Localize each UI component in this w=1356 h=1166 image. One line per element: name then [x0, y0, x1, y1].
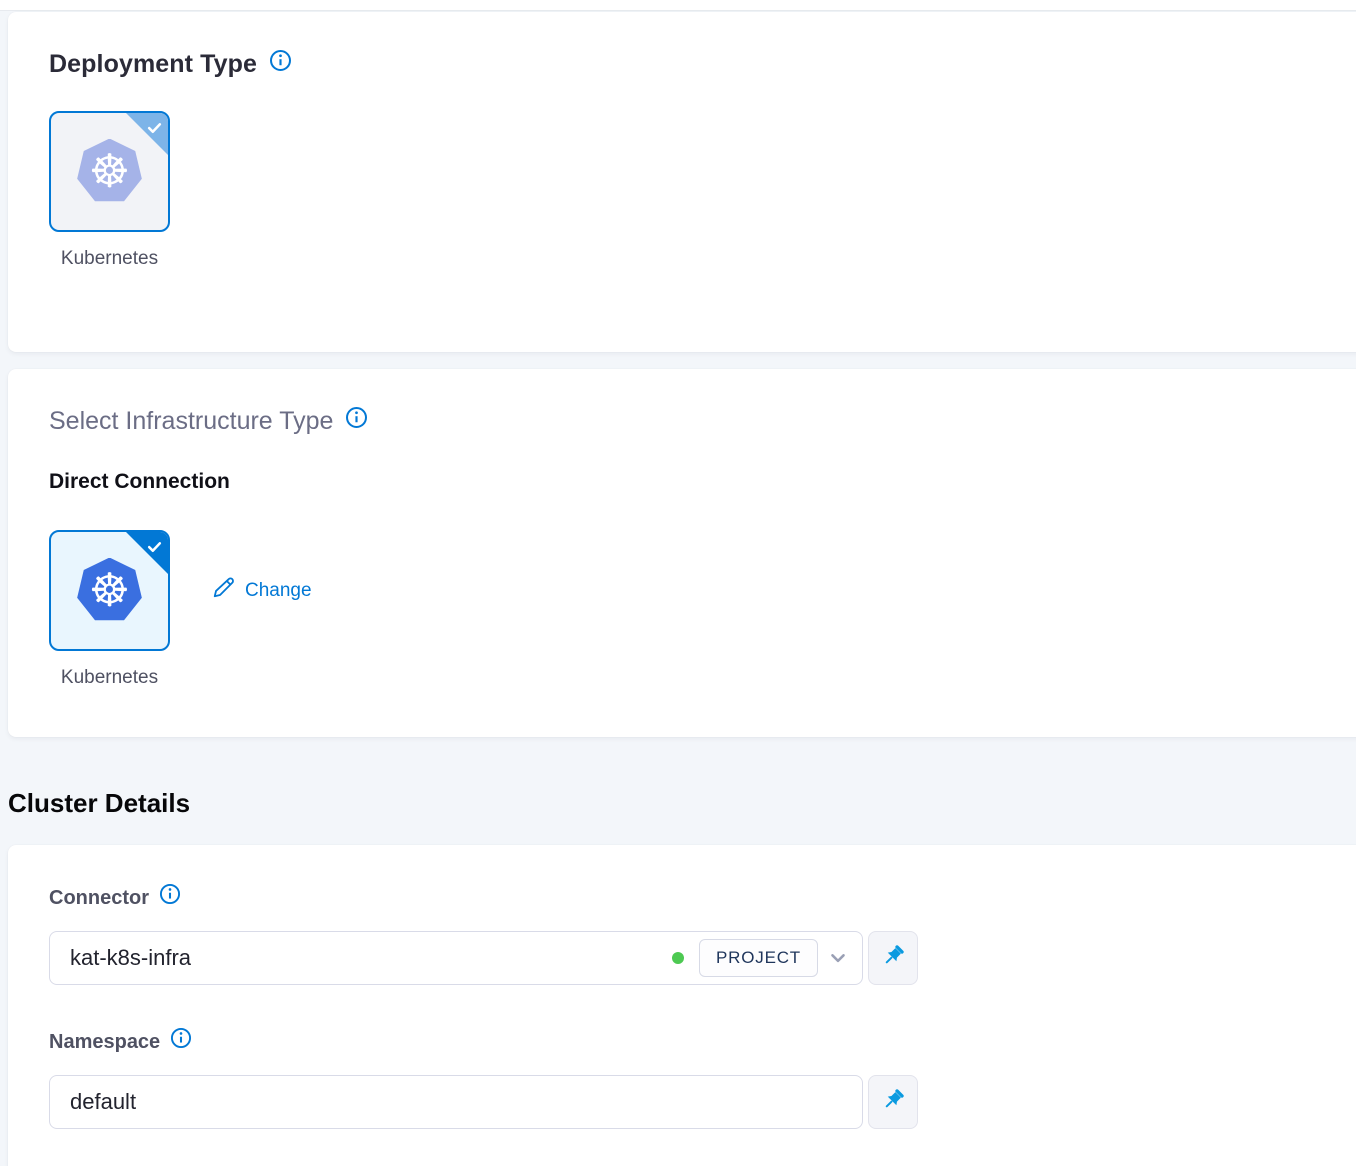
infrastructure-tile-label: Kubernetes	[49, 667, 170, 689]
namespace-value: default	[70, 1089, 136, 1115]
pencil-icon	[212, 576, 235, 605]
connector-pin-button[interactable]	[868, 931, 918, 985]
kubernetes-icon: ☸	[77, 139, 143, 205]
namespace-input[interactable]: default	[49, 1075, 863, 1129]
info-icon[interactable]	[269, 49, 292, 77]
deployment-type-title: Deployment Type	[49, 50, 257, 79]
top-divider-strip	[0, 0, 1356, 11]
connector-value: kat-k8s-infra	[70, 945, 191, 971]
infrastructure-kubernetes-tile[interactable]: ☸	[49, 530, 170, 651]
info-icon[interactable]	[170, 1027, 192, 1054]
chevron-down-icon[interactable]	[826, 946, 850, 970]
connector-input[interactable]: kat-k8s-infra PROJECT	[49, 931, 863, 985]
info-icon[interactable]	[159, 883, 181, 910]
cluster-details-card: Connector kat-k8s-infra PROJECT	[8, 845, 1356, 1166]
deployment-type-tile-label: Kubernetes	[49, 248, 170, 270]
namespace-pin-button[interactable]	[868, 1075, 918, 1129]
connector-status-dot	[672, 952, 684, 964]
connector-label: Connector	[49, 887, 149, 910]
direct-connection-subtitle: Direct Connection	[49, 470, 1356, 494]
kubernetes-icon: ☸	[77, 558, 143, 624]
deployment-type-card: Deployment Type ☸ Kubernete	[8, 12, 1356, 352]
check-icon	[146, 538, 163, 560]
change-infrastructure-button[interactable]: Change	[212, 576, 312, 605]
pin-icon	[880, 1087, 906, 1118]
info-icon[interactable]	[345, 406, 368, 434]
infrastructure-title: Select Infrastructure Type	[49, 407, 333, 436]
infrastructure-card: Select Infrastructure Type Direct Connec…	[8, 369, 1356, 737]
pin-icon	[880, 943, 906, 974]
change-link-label: Change	[245, 580, 312, 602]
namespace-label: Namespace	[49, 1031, 160, 1054]
connector-scope-badge[interactable]: PROJECT	[699, 939, 818, 977]
cluster-details-heading: Cluster Details	[8, 788, 190, 819]
deployment-type-kubernetes-tile[interactable]: ☸	[49, 111, 170, 232]
check-icon	[146, 119, 163, 141]
